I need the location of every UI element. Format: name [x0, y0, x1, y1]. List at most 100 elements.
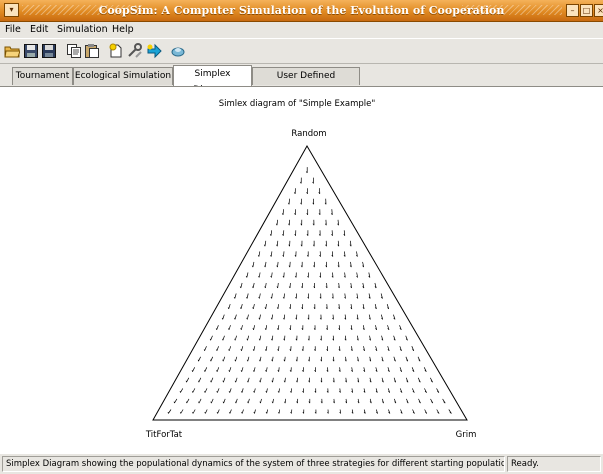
flow-arrow	[216, 346, 219, 351]
flow-arrow	[276, 219, 278, 226]
flow-arrow	[216, 388, 220, 393]
flow-arrow	[180, 409, 184, 414]
flow-arrow	[258, 251, 261, 257]
flow-arrow-head	[234, 359, 236, 362]
minimize-icon[interactable]: –	[566, 4, 579, 17]
flow-arrow-head	[216, 391, 218, 393]
flow-arrow	[271, 314, 273, 320]
flow-arrow-head	[204, 391, 206, 393]
flow-arrow	[246, 272, 249, 278]
flow-arrow-head	[204, 411, 206, 414]
open-icon[interactable]	[4, 43, 20, 59]
flow-arrow	[241, 346, 244, 351]
flow-arrow-head	[221, 317, 223, 320]
flow-arrow-head	[198, 380, 200, 383]
vertex-label-top: Random	[291, 129, 326, 139]
paste-icon[interactable]	[84, 43, 100, 59]
flow-arrow-head	[234, 338, 236, 341]
flow-arrow-head	[253, 370, 255, 372]
flow-arrow	[272, 398, 274, 404]
status-state: Ready.	[507, 456, 601, 472]
flow-arrow	[270, 251, 273, 257]
flow-arrow	[234, 314, 237, 320]
flow-arrow	[272, 356, 274, 362]
copy-icon[interactable]	[66, 43, 82, 59]
menu-help[interactable]: Help	[112, 24, 134, 35]
flow-arrow	[264, 261, 267, 268]
flow-arrow-head	[222, 380, 224, 383]
flow-arrow	[210, 398, 214, 404]
flow-arrow	[222, 314, 225, 320]
flow-arrow-head	[210, 359, 212, 362]
flow-arrow-head	[253, 390, 255, 393]
close-icon[interactable]: ×	[594, 4, 603, 17]
flow-arrow-head	[222, 401, 224, 404]
maximize-icon[interactable]: □	[580, 4, 593, 17]
flow-arrow	[228, 325, 231, 330]
flow-arrow-head	[252, 307, 254, 310]
flow-arrow	[186, 377, 190, 383]
flow-arrow	[168, 409, 172, 414]
flow-arrow-head	[203, 349, 205, 351]
flow-arrow	[265, 325, 268, 330]
flow-arrow	[253, 325, 255, 330]
flow-arrow	[247, 335, 250, 341]
flow-arrow-head	[240, 370, 242, 372]
flow-arrow	[271, 335, 274, 341]
flow-arrow	[241, 367, 244, 372]
flow-arrow-head	[228, 390, 230, 393]
menu-edit[interactable]: Edit	[30, 24, 48, 35]
flow-arrow-head	[246, 296, 248, 299]
flow-arrow	[247, 398, 250, 404]
flow-arrow	[198, 356, 201, 362]
new-icon[interactable]	[108, 43, 124, 59]
flow-arrow	[235, 356, 238, 362]
title-bar: ▾ CoopSim: A Computer Simulation of the …	[0, 0, 603, 22]
flow-arrow-head	[246, 317, 248, 320]
menu-file[interactable]: File	[5, 24, 21, 35]
flow-arrow-head	[251, 265, 254, 268]
flow-arrow-head	[216, 411, 218, 414]
flow-arrow	[222, 335, 225, 341]
save-icon[interactable]	[23, 43, 39, 59]
flow-arrow-head	[265, 390, 267, 393]
flow-arrow	[260, 398, 262, 404]
flow-arrow	[204, 367, 208, 372]
flow-arrow-head	[258, 338, 261, 341]
flow-arrow	[229, 409, 232, 414]
flow-arrow-head	[252, 286, 254, 289]
tab-tournament[interactable]: Tournament	[12, 67, 73, 85]
flow-arrow	[186, 398, 190, 404]
flow-arrow	[283, 293, 285, 299]
flow-arrow	[241, 409, 244, 414]
flow-arrow	[252, 282, 255, 289]
flow-arrow	[228, 303, 231, 310]
tab-bar: Tournament Ecological Simulation Simplex…	[0, 64, 603, 97]
flow-arrow	[259, 356, 262, 362]
flow-arrow	[204, 346, 207, 351]
save-as-icon[interactable]	[41, 43, 57, 59]
flow-arrow-head	[240, 328, 242, 330]
title-hatch-right	[462, 5, 562, 15]
flow-arrow	[253, 388, 256, 393]
vertex-label-left: TitForTat	[145, 430, 183, 440]
flow-arrow	[223, 377, 226, 383]
flow-arrow-head	[239, 286, 242, 289]
flow-arrow-head	[228, 370, 230, 372]
tab-user-defined-strategies[interactable]: User Defined Strategies	[252, 67, 360, 97]
stop-icon[interactable]	[170, 43, 186, 59]
status-message: Simplex Diagram showing the populational…	[2, 456, 505, 472]
flow-arrow	[259, 293, 261, 299]
flow-arrow	[223, 398, 226, 404]
flow-arrow	[222, 356, 226, 362]
flow-arrow	[253, 346, 256, 351]
flow-arrow	[241, 388, 244, 393]
menu-simulation[interactable]: Simulation	[57, 24, 108, 35]
run-icon[interactable]	[146, 43, 162, 59]
flow-arrow	[265, 367, 268, 372]
tab-simplex-diagram[interactable]: Simplex Diagram	[173, 65, 252, 95]
flow-arrow	[271, 272, 273, 278]
tools-icon[interactable]	[127, 43, 143, 59]
flow-arrow-head	[233, 296, 236, 299]
tab-ecological-simulation[interactable]: Ecological Simulation	[73, 67, 173, 85]
